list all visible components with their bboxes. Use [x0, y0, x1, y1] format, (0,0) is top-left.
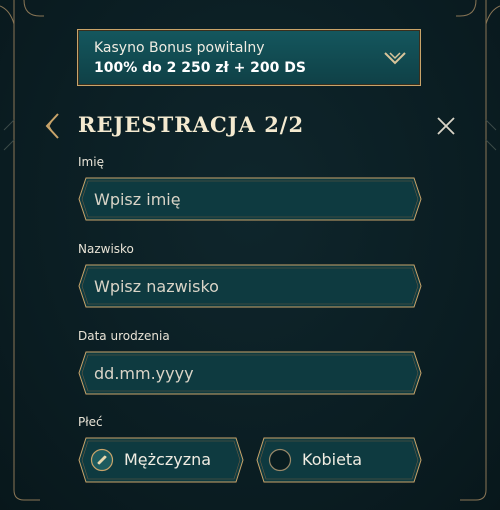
bonus-selector[interactable]: Kasyno Bonus powitalny 100% do 2 250 zł … — [77, 29, 421, 86]
close-icon[interactable] — [436, 116, 456, 136]
birth-date-input[interactable] — [92, 351, 408, 395]
gender-option-female[interactable]: Kobieta — [256, 437, 422, 483]
gender-option-male[interactable]: Mężczyzna — [78, 437, 244, 483]
first-name-input[interactable] — [92, 177, 408, 221]
gender-option-label: Kobieta — [302, 450, 363, 469]
radio-unchecked-icon — [268, 448, 292, 472]
back-arrow-icon[interactable] — [44, 113, 60, 139]
radio-checked-icon — [90, 448, 114, 472]
gender-label: Płeć — [78, 415, 103, 429]
chevron-down-icon — [384, 52, 406, 65]
gender-option-label: Mężczyzna — [124, 450, 212, 469]
registration-page: Kasyno Bonus powitalny 100% do 2 250 zł … — [0, 0, 500, 510]
first-name-label: Imię — [78, 155, 104, 169]
bonus-title: Kasyno Bonus powitalny — [94, 40, 265, 56]
last-name-input[interactable] — [92, 264, 408, 308]
bonus-offer: 100% do 2 250 zł + 200 DS — [94, 60, 306, 76]
last-name-label: Nazwisko — [78, 242, 134, 256]
first-name-field-wrapper — [78, 177, 422, 221]
page-title: Rejestracja 2/2 — [78, 112, 305, 137]
birth-date-label: Data urodzenia — [78, 329, 170, 343]
last-name-field-wrapper — [78, 264, 422, 308]
birth-date-field-wrapper — [78, 351, 422, 395]
